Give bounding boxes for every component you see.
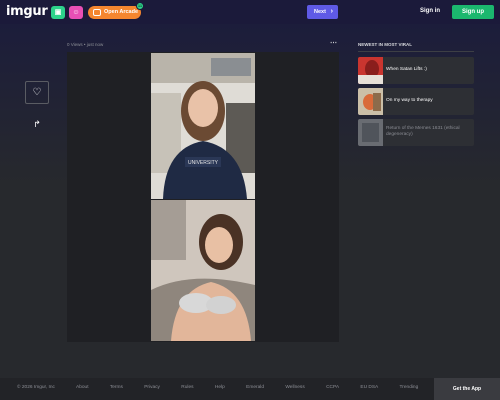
footer: © 2026 Imgur, Inc About Terms Privacy Ru… [0,378,500,400]
get-the-app-button[interactable]: Get the App [434,378,500,400]
imgur-logo[interactable]: imgur [6,4,48,19]
footer-link-trending[interactable]: Trending [400,385,419,390]
chevron-right-icon: › [330,8,333,15]
gallery-icon[interactable]: ▣ [51,6,65,19]
open-arcade-button[interactable]: Open Arcade [88,6,141,19]
open-arcade-label: Open Arcade [104,9,139,15]
sidebar-item[interactable]: On my way to therapy [358,88,474,115]
sidebar-divider [358,51,474,52]
post-image-1[interactable]: UNIVERSITY [151,53,255,199]
footer-link-privacy[interactable]: Privacy [144,385,160,390]
sign-in-link[interactable]: Sign in [420,8,440,14]
sign-up-button[interactable]: Sign up [452,5,494,19]
share-button[interactable]: ↱ [30,117,44,131]
footer-links: © 2026 Imgur, Inc About Terms Privacy Ru… [17,385,438,390]
footer-link-eu-dsa[interactable]: EU DSA [360,385,378,390]
footer-link-terms[interactable]: Terms [110,385,123,390]
footer-link-emerald[interactable]: Emerald [246,385,264,390]
footer-link-rules[interactable]: Rules [181,385,193,390]
heart-icon: ♡ [32,87,42,98]
sidebar-thumbnail [358,88,383,115]
sidebar-item[interactable]: Return of the Memes 1631 (ethical degene… [358,119,474,146]
sidebar-thumbnail [358,57,383,84]
svg-text:UNIVERSITY: UNIVERSITY [188,160,219,166]
gamepad-icon [93,9,101,16]
footer-link-ccpa[interactable]: CCPA [326,385,339,390]
sidebar-item-label: On my way to therapy [386,98,433,103]
more-options-icon[interactable]: ⋯ [330,39,337,47]
favorite-button[interactable]: ♡ [25,81,49,104]
sidebar-thumbnail [358,119,383,146]
header: imgur ▣ ☺ Open Arcade 11 Next › Sign in … [0,0,500,24]
sidebar-item[interactable]: When Satan Lifts :) [358,57,474,84]
sidebar-item-label: When Satan Lifts :) [386,67,427,72]
arcade-badge: 11 [136,2,144,10]
footer-link-wellness[interactable]: Wellness [285,385,304,390]
footer-link-help[interactable]: Help [215,385,225,390]
emoji-icon[interactable]: ☺ [69,6,83,19]
next-label: Next [314,9,326,15]
sidebar-item-label: Return of the Memes 1631 (ethical degene… [386,126,460,137]
share-icon: ↱ [33,119,41,129]
footer-copyright: © 2026 Imgur, Inc [17,385,55,390]
footer-link-about[interactable]: About [76,385,89,390]
post-image-2[interactable] [151,200,255,341]
post-meta: 0 Views • just now [67,42,104,47]
sidebar-title: NEWEST IN MOST VIRAL [358,42,412,47]
next-button[interactable]: Next › [307,5,338,19]
